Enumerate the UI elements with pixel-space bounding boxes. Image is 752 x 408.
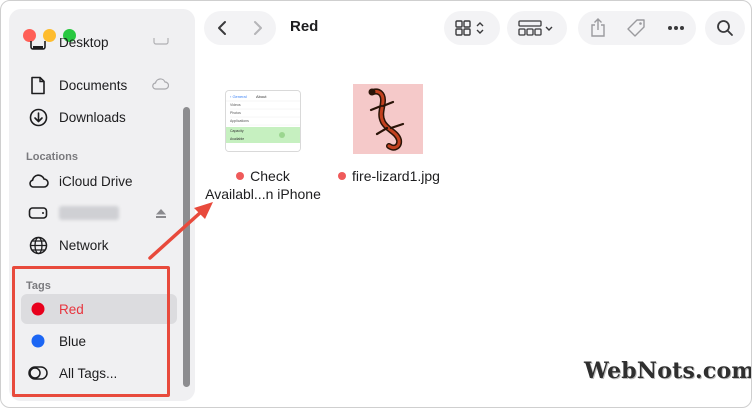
sidebar-item-label: Network bbox=[59, 237, 109, 253]
eject-icon[interactable] bbox=[155, 207, 167, 222]
globe-icon bbox=[27, 234, 49, 256]
sidebar-item-label: Desktop bbox=[59, 38, 109, 50]
redacted-drive-name bbox=[59, 206, 119, 220]
finder-window: Desktop Documents Downloads Locations iC… bbox=[0, 0, 752, 408]
ellipsis-icon bbox=[668, 26, 684, 30]
sidebar-item-documents[interactable]: Documents bbox=[21, 70, 177, 100]
svg-text:Capacity: Capacity bbox=[230, 129, 244, 133]
share-icon bbox=[591, 18, 605, 37]
sidebar-item-label: Downloads bbox=[59, 109, 126, 125]
file-name-line1: Check bbox=[201, 167, 325, 185]
red-tag-dot-icon bbox=[236, 172, 245, 180]
share-button[interactable] bbox=[579, 18, 618, 38]
desktop-sync-icon bbox=[153, 38, 169, 51]
sidebar-item-label: Documents bbox=[59, 77, 128, 93]
view-mode-button[interactable] bbox=[444, 11, 500, 45]
file-item-check-availability[interactable]: Check Availabl...n iPhone bbox=[201, 167, 325, 203]
sidebar-scrollbar-thumb[interactable] bbox=[183, 107, 190, 387]
tag-button[interactable] bbox=[618, 18, 657, 38]
svg-text:Applications: Applications bbox=[230, 119, 249, 123]
chevron-left-icon bbox=[218, 21, 226, 35]
svg-text:Photos: Photos bbox=[230, 111, 241, 115]
watermark-logo: WebNots.com bbox=[584, 358, 752, 384]
window-title: Red bbox=[290, 18, 319, 35]
svg-text:Available: Available bbox=[230, 137, 244, 141]
file-name-text: Check bbox=[250, 168, 290, 184]
svg-text:‹ General: ‹ General bbox=[230, 94, 247, 99]
file-item-fire-lizard[interactable]: fire-lizard1.jpg bbox=[331, 167, 447, 185]
icon-view-grid-icon bbox=[455, 20, 484, 36]
more-button[interactable] bbox=[657, 25, 696, 31]
sidebar-item-drive[interactable] bbox=[21, 198, 177, 228]
sidebar-scrollbar[interactable] bbox=[181, 107, 191, 387]
cloud-icon bbox=[27, 170, 49, 192]
group-grid-icon bbox=[518, 20, 553, 36]
sidebar-item-network[interactable]: Network bbox=[21, 230, 177, 260]
file-thumbnail-iphone-storage[interactable]: ‹ General About Videos Photos Applicatio… bbox=[226, 91, 300, 151]
search-button[interactable] bbox=[705, 11, 745, 45]
tags-highlight-box bbox=[12, 266, 170, 397]
red-tag-dot-icon bbox=[338, 172, 347, 180]
svg-text:About: About bbox=[256, 94, 267, 99]
group-by-button[interactable] bbox=[507, 11, 567, 45]
file-name-text: fire-lizard1.jpg bbox=[352, 168, 440, 184]
file-name-line1: fire-lizard1.jpg bbox=[331, 167, 447, 185]
actions-group bbox=[578, 11, 696, 45]
navigation-group bbox=[204, 11, 276, 45]
search-icon bbox=[717, 20, 733, 36]
back-button[interactable] bbox=[204, 11, 240, 45]
sidebar-item-downloads[interactable]: Downloads bbox=[21, 102, 177, 132]
document-icon bbox=[27, 74, 49, 96]
svg-text:Videos: Videos bbox=[230, 103, 241, 107]
chevron-right-icon bbox=[254, 21, 262, 35]
desktop-icon bbox=[27, 39, 49, 61]
icloud-status-icon bbox=[151, 78, 170, 93]
drive-icon bbox=[27, 202, 49, 224]
file-thumbnail-fire-lizard[interactable] bbox=[353, 84, 423, 154]
forward-button[interactable] bbox=[240, 11, 276, 45]
sidebar-item-label: iCloud Drive bbox=[59, 173, 133, 189]
sidebar-item-icloud-drive[interactable]: iCloud Drive bbox=[21, 166, 177, 196]
download-icon bbox=[27, 106, 49, 128]
file-name-line2: Availabl...n iPhone bbox=[205, 186, 321, 202]
lizard-image-icon bbox=[353, 84, 423, 154]
section-title-locations: Locations bbox=[26, 151, 78, 163]
sidebar-item-desktop[interactable]: Desktop bbox=[21, 38, 177, 62]
tag-icon bbox=[627, 19, 645, 37]
